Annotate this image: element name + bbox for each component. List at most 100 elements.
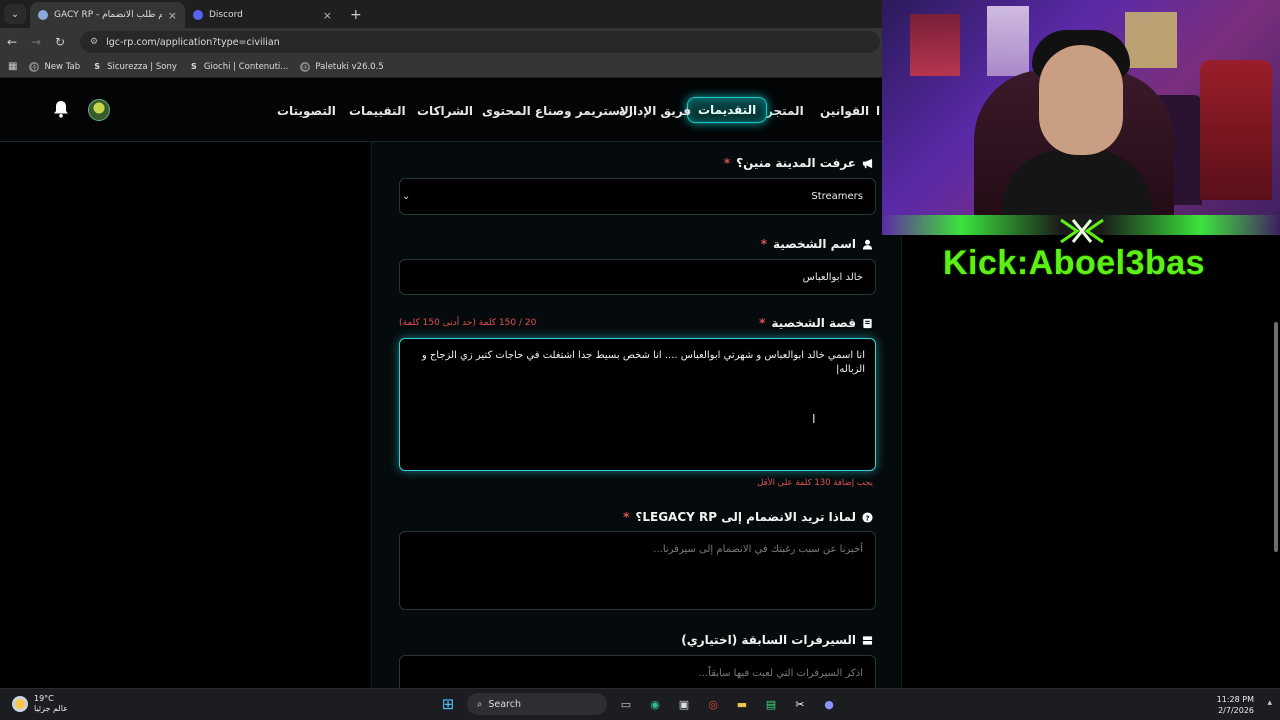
task-view-icon[interactable]: ▭ [616,694,636,714]
textarea-value: انا اسمي خالد ابوالعباس و شهرتي ابوالعبا… [421,350,865,375]
taskbar: 19°C عالم جزئيا ⊞ ⌕ Search ▭ ◉ ▣ ◎ ▬ ▤ ✂… [0,688,1280,720]
x-logo-icon [1060,218,1104,244]
label-text: عرفت المدينة منين؟ [736,156,856,170]
character-name-input[interactable]: خالد ابوالعباس [399,259,876,295]
start-windows-icon[interactable]: ⊞ [438,694,458,714]
previous-servers-textarea[interactable]: اذكر السيرفرات التي لعبت فيها سابقاً... [399,655,876,688]
chevron-down-icon: ⌄ [402,191,411,202]
tab-legacy-application[interactable]: GACY RP - تقديم طلب الانضمام × [30,2,185,28]
textarea-placeholder: اذكر السيرفرات التي لعبت فيها سابقاً... [698,668,863,679]
hanging-jersey [1200,60,1272,200]
tab-search-button[interactable]: ⌄ [4,4,26,24]
nav-link-applications[interactable]: التقديمات [687,97,768,123]
forward-icon[interactable]: → [24,35,48,49]
required-marker: * [760,237,768,251]
required-marker: * [723,156,731,170]
bookmark-giochi[interactable]: S Giochi | Contenuti... [189,61,289,72]
weather-desc: عالم جزئيا [34,704,68,713]
svg-text:?: ? [865,513,869,522]
megaphone-icon [862,158,873,168]
kick-channel-text: Kick:Aboel3bas [943,244,1206,282]
user-icon [862,239,873,250]
server-icon [862,635,873,645]
bookmark-paletuki[interactable]: ◍ Paletuki v26.0.5 [300,61,384,72]
why-join-textarea[interactable]: أخبرنا عن سبب رغبتك في الانضمام إلى سيرف… [399,531,876,610]
streamer-face [1039,45,1123,155]
required-marker: * [623,510,630,524]
store-icon[interactable]: ▣ [674,694,694,714]
weather-widget[interactable]: 19°C عالم جزئيا [12,694,68,714]
wall-poster [1125,12,1177,68]
clock-date: 2/7/2026 [1218,706,1254,715]
new-tab-button[interactable]: + [350,7,362,23]
webcam-overlay [882,0,1280,235]
discord-taskbar-icon[interactable]: ● [819,694,839,714]
input-value: خالد ابوالعباس [802,272,863,283]
url-field[interactable]: ⚙ lgc-rp.com/application?type=civilian [80,31,880,53]
nav-link-store[interactable]: المتجر [766,104,804,118]
taskbar-apps: ⊞ ⌕ Search ▭ ◉ ▣ ◎ ▬ ▤ ✂ ● [438,693,839,715]
book-icon [863,318,872,328]
system-clock[interactable]: 11:28 PM 2/7/2026 [1217,694,1254,716]
label-text: السيرفرات السابقة (اختياري) [681,633,856,647]
required-marker: * [759,316,766,330]
s-icon: S [94,62,100,71]
bookmark-label: Giochi | Contenuti... [203,61,289,72]
chrome-icon[interactable]: ◎ [703,694,723,714]
apps-grid-icon[interactable]: ▦ [8,61,17,72]
previous-servers-label: السيرفرات السابقة (اختياري) [681,633,873,647]
screen: ⌄ GACY RP - تقديم طلب الانضمام × Discord… [0,0,1280,720]
taskbar-search[interactable]: ⌕ Search [467,693,607,715]
edge-icon[interactable]: ◉ [645,694,665,714]
nav-link-partial[interactable]: ا [876,104,880,118]
avatar[interactable] [88,99,110,121]
globe-icon: ◍ [300,61,311,72]
tab-title: Discord [209,10,243,20]
clock-time: 11:28 PM [1216,695,1254,704]
weather-temp: 19°C [34,694,54,703]
label-text: اسم الشخصية [773,237,856,251]
site-navbar: ا القوانين المتجر التقديمات فريق الإدارة… [0,80,890,142]
character-story-textarea[interactable]: انا اسمي خالد ابوالعباس و شهرتي ابوالعبا… [399,338,876,471]
nav-link-reviews[interactable]: التقييمات [349,104,406,118]
nav-link-streamers[interactable]: الاستريمر وصناع المحتوى [482,104,633,118]
validation-hint: يجب إضافة 130 كلمة على الأقل [757,478,873,488]
s-icon: S [190,62,197,71]
bookmark-label: Sicurezza | Sony [107,61,177,72]
textarea-placeholder: أخبرنا عن سبب رغبتك في الانضمام إلى سيرف… [653,544,863,555]
file-explorer-icon[interactable]: ▬ [732,694,752,714]
back-icon[interactable]: ← [0,35,24,49]
wall-poster [987,6,1029,76]
bell-icon[interactable] [53,100,69,118]
bookmark-new-tab[interactable]: ◍ New Tab [29,61,81,72]
site-favicon-icon [38,10,48,20]
weather-icon [12,696,28,712]
bookmark-sony[interactable]: S Sicurezza | Sony [92,62,177,72]
close-tab-icon[interactable]: × [168,9,177,22]
why-join-label: ? لماذا تريد الانضمام إلى LEGACY RP؟ * [623,510,873,524]
search-label: Search [488,698,521,710]
android-studio-icon[interactable]: ▤ [761,694,781,714]
discord-icon [193,10,203,20]
notification-icon[interactable]: ▴ [1267,698,1272,708]
reload-icon[interactable]: ↻ [48,35,72,49]
tab-discord[interactable]: Discord × [185,2,340,28]
nav-link-votes[interactable]: التصويتات [277,104,336,118]
browser-tab-bar: ⌄ GACY RP - تقديم طلب الانضمام × Discord… [0,0,890,28]
address-bar-row: ← → ↻ ⚙ lgc-rp.com/application?type=civi… [0,28,890,56]
site-info-icon[interactable]: ⚙ [90,37,98,47]
bookmarks-bar: ▦ ◍ New Tab S Sicurezza | Sony S Giochi | C… [0,56,890,78]
close-tab-icon[interactable]: × [323,9,332,22]
nav-link-rules[interactable]: القوانين [820,104,869,118]
label-text: لماذا تريد الانضمام إلى LEGACY RP؟ [635,510,856,524]
nav-link-partners[interactable]: الشراكات [417,104,473,118]
select-value: Streamers [811,191,863,202]
page-scrollbar[interactable] [1274,322,1278,552]
word-counter: 20 / 150 كلمة (حد أدنى 150 كلمة) [399,318,537,328]
city-source-select[interactable]: ⌄ Streamers [399,178,876,215]
capcut-icon[interactable]: ✂ [790,694,810,714]
bookmark-label: New Tab [44,61,81,72]
label-text: قصة الشخصية [771,316,856,330]
bookmark-label: Paletuki v26.0.5 [315,61,384,72]
wall-poster [910,14,960,76]
